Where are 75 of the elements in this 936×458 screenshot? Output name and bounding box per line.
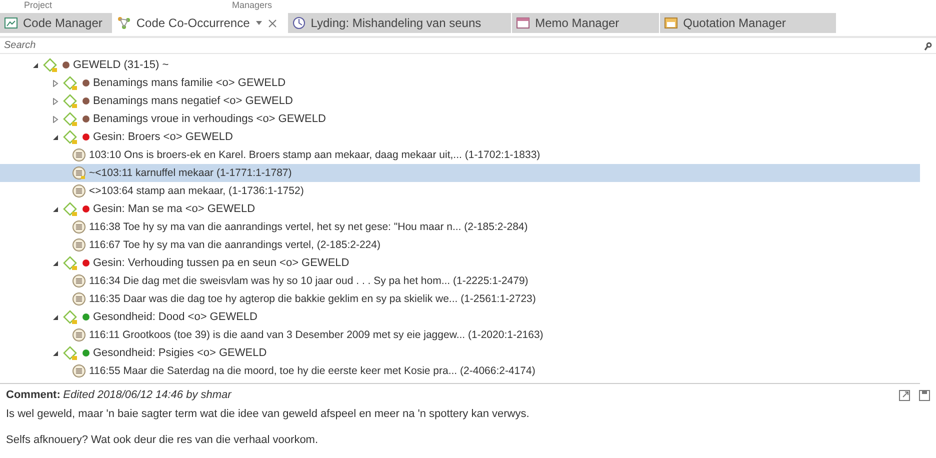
caret-icon <box>254 19 263 27</box>
code-label: Gesin: Verhouding tussen pa en seun <o> GEWELD <box>93 256 350 271</box>
ribbon-group-label: Managers <box>232 0 272 12</box>
tree-row[interactable]: Gesin: Verhouding tussen pa en seun <o> GEWELD <box>0 254 920 272</box>
code-label: Benamings vroue in verhoudings <o> GEWELD <box>93 112 326 127</box>
expanded-triangle-icon[interactable] <box>52 350 59 356</box>
tree-row[interactable]: 116:55 Maar die Saterdag na die moord, toe hy die eerste keer met Kosie pra... (2-4066:2-4174) <box>0 362 920 380</box>
code-label: Benamings mans familie <o> GEWELD <box>93 76 286 91</box>
tree-row[interactable]: Gesin: Broers <o> GEWELD <box>0 128 920 146</box>
code-icon <box>62 256 79 270</box>
code-icon <box>62 346 79 360</box>
code-icon <box>62 310 79 324</box>
search-icon <box>924 42 932 51</box>
comment-text: Selfs afknouery? Wat ook deur die res van die verhaal voorkom. <box>6 432 320 448</box>
search-field[interactable]: Search <box>0 36 936 54</box>
tree-row[interactable]: Benamings vroue in verhoudings <o> GEWELD <box>0 110 920 128</box>
tree-row[interactable]: <>103:64 stamp aan mekaar, (1-1736:1-1752) <box>0 182 920 200</box>
code-label: Benamings mans negatief <o> GEWELD <box>93 94 293 109</box>
expanded-triangle-icon[interactable] <box>52 260 59 266</box>
comment-label: Comment: <box>6 388 60 403</box>
quotation-label: 103:10 Ons is broers-ek en Karel. Broers stamp aan mekaar, daag mekaar uit,... (1-1702:1-1833) <box>89 148 540 163</box>
tab[interactable]: Memo Manager <box>512 13 660 33</box>
collapsed-triangle-icon[interactable] <box>52 98 59 104</box>
memo-manager-icon <box>516 16 530 30</box>
expanded-triangle-icon[interactable] <box>32 62 39 68</box>
tree-row[interactable]: 116:67 Toe hy sy ma van die aanrandings vertel, (2-185:2-224) <box>0 236 920 254</box>
code-label: GEWELD (31-15) ~ <box>73 58 169 73</box>
quotation-label: 116:11 Grootkoos (toe 39) is die aand van 3 Desember 2009 met sy eie jaggew... (1-2020:1-2163) <box>89 328 544 343</box>
tree-row[interactable]: Gesondheid: Psigies <o> GEWELD <box>0 344 920 362</box>
code-label: Gesondheid: Psigies <o> GEWELD <box>93 346 267 361</box>
quotation-label: ~<103:11 karnuffel mekaar (1-1771:1-1787) <box>89 166 292 181</box>
code-icon <box>42 58 59 72</box>
tree-row[interactable]: Benamings mans familie <o> GEWELD <box>0 74 920 92</box>
tree-row[interactable]: Gesin: Man se ma <o> GEWELD <box>0 200 920 218</box>
tree-row[interactable]: 116:11 Grootkoos (toe 39) is die aand van 3 Desember 2009 met sy eie jaggew... (1-2020:1-2163) <box>0 326 920 344</box>
tree-row[interactable]: 116:34 Die dag met die sweisvlam was hy so 10 jaar oud . . . Sy pa het hom... (1-2225:1-2479) <box>0 272 920 290</box>
code-label: Gesondheid: Dood <o> GEWELD <box>93 310 258 325</box>
quotation-label: 116:67 Toe hy sy ma van die aanrandings vertel, (2-185:2-224) <box>89 238 380 253</box>
tab[interactable]: Lyding: Mishandeling van seuns <box>288 13 512 33</box>
tree-row[interactable]: Benamings mans negatief <o> GEWELD <box>0 92 920 110</box>
quotation-label: 116:34 Die dag met die sweisvlam was hy so 10 jaar oud . . . Sy pa het hom... (1-2225:1-2479) <box>89 274 528 289</box>
quotation-label: 116:35 Daar was die dag toe hy agterop die bakkie geklim en sy pa skielik we... (1-2561:1-2723) <box>89 292 536 307</box>
document-icon <box>292 16 306 30</box>
code-icon <box>62 94 79 108</box>
tab[interactable]: Quotation Manager <box>660 13 837 33</box>
tree-row[interactable]: Gesondheid: Dood <o> GEWELD <box>0 308 920 326</box>
tree-row[interactable]: 116:38 Toe hy sy ma van die aanrandings vertel, het sy net gese: "Hou maar n... (2-185:2-284) <box>0 218 920 236</box>
tree-row[interactable]: GEWELD (31-15) ~ <box>0 56 920 74</box>
comment-meta: Edited 2018/06/12 14:46 by shmar <box>63 388 232 403</box>
code-label: Gesin: Broers <o> GEWELD <box>93 130 233 145</box>
comment-text: Is wel geweld, maar 'n baie sagter term wat die idee van geweld afspeel en meer na 'n spottery kan verwys. <box>6 407 530 422</box>
external-link-icon <box>899 390 910 401</box>
close-icon <box>268 18 277 28</box>
collapsed-triangle-icon[interactable] <box>52 116 59 122</box>
expanded-triangle-icon[interactable] <box>52 134 59 140</box>
quotation-label: 116:55 Maar die Saterdag na die moord, toe hy die eerste keer met Kosie pra... (2-4066:2-4174) <box>89 364 536 379</box>
code-icon <box>62 202 79 216</box>
tab[interactable]: Code Manager <box>0 13 114 33</box>
quotation-label: <>103:64 stamp aan mekaar, (1-1736:1-1752) <box>89 184 304 199</box>
tree-row[interactable]: 103:10 Ons is broers-ek en Karel. Broers stamp aan mekaar, daag mekaar uit,... (1-1702:1-1833) <box>0 146 920 164</box>
quotation-manager-icon <box>664 16 678 30</box>
code-manager-icon <box>4 16 18 30</box>
expanded-triangle-icon[interactable] <box>52 206 59 212</box>
ribbon-group-label: Project <box>24 0 52 12</box>
code-icon <box>62 112 79 126</box>
network-icon <box>117 16 132 30</box>
code-label: Gesin: Man se ma <o> GEWELD <box>93 202 256 217</box>
expanded-triangle-icon[interactable] <box>52 314 59 320</box>
quotation-label: 116:38 Toe hy sy ma van die aanrandings vertel, het sy net gese: "Hou maar n... (2-185:2-284) <box>89 220 528 235</box>
tree-row[interactable]: ~<103:11 karnuffel mekaar (1-1771:1-1787) <box>0 164 920 182</box>
collapsed-triangle-icon[interactable] <box>52 80 59 86</box>
code-icon <box>62 76 79 90</box>
tree-row[interactable]: 116:35 Daar was die dag toe hy agterop die bakkie geklim en sy pa skielik we... (1-2561:1-2723) <box>0 290 920 308</box>
save-icon <box>919 390 930 401</box>
code-icon <box>62 130 79 144</box>
